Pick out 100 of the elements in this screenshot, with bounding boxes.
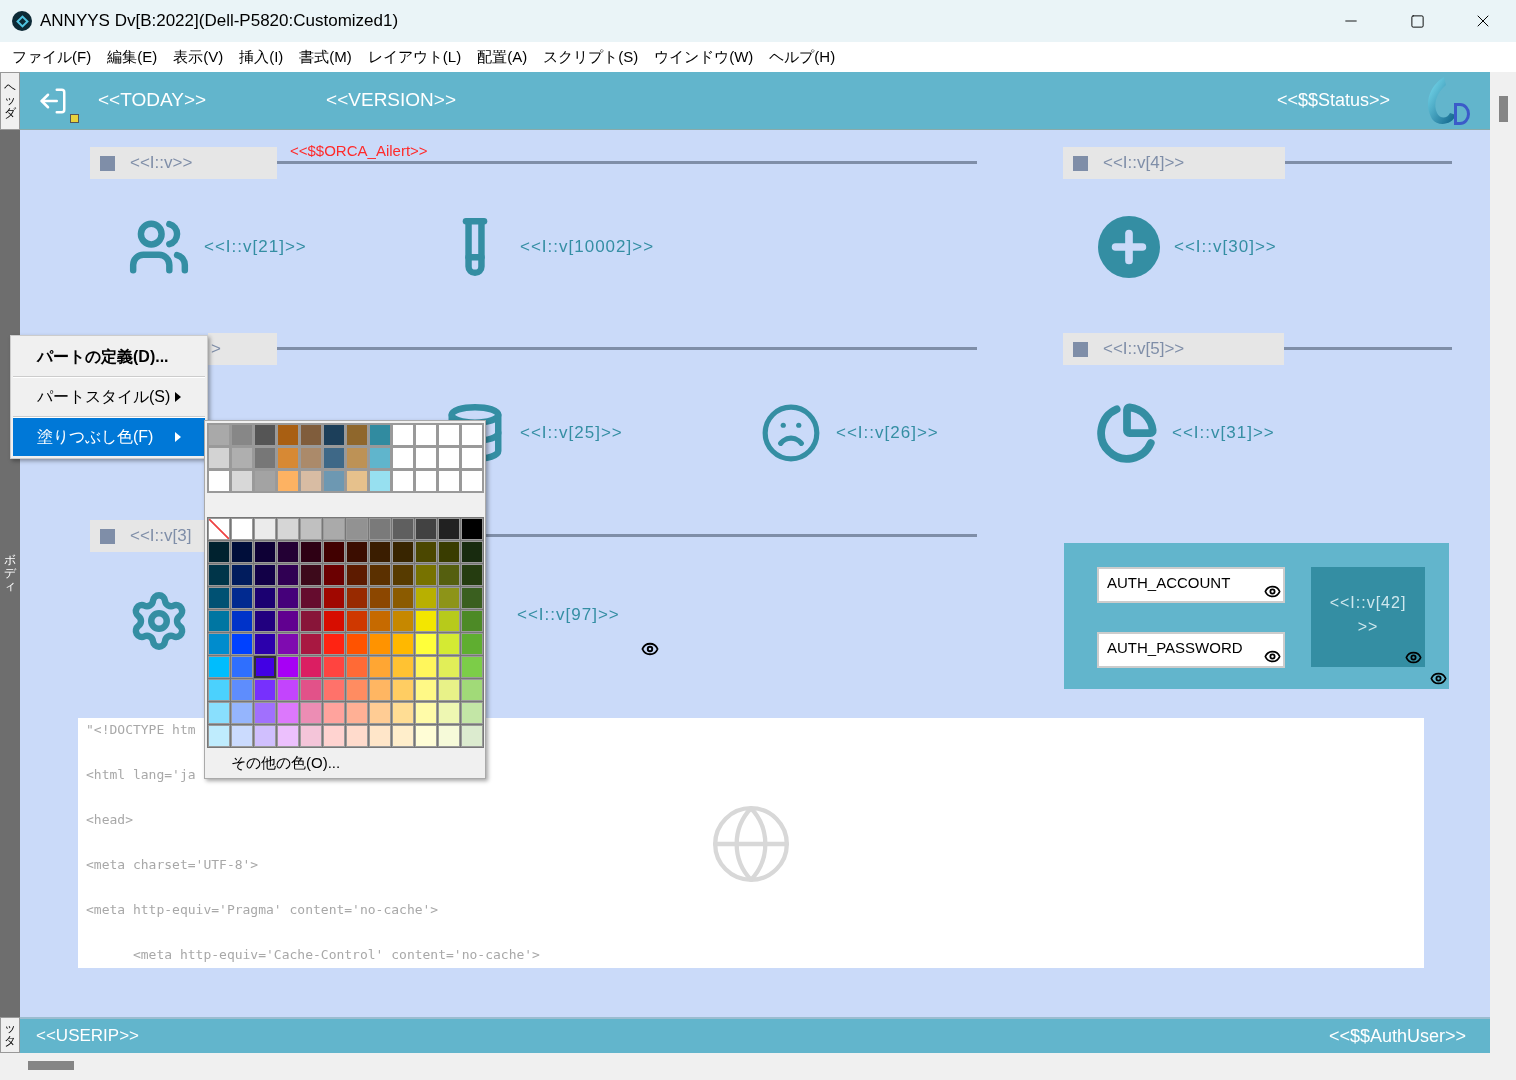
color-swatch[interactable]	[369, 587, 391, 609]
color-swatch[interactable]	[369, 702, 391, 724]
color-swatch[interactable]	[438, 702, 460, 724]
menu-item[interactable]: レイアウト(L)	[359, 45, 470, 69]
color-swatch[interactable]	[231, 564, 253, 586]
menu-item[interactable]: 編集(E)	[99, 45, 166, 69]
color-swatch[interactable]	[254, 679, 276, 701]
color-swatch[interactable]	[277, 447, 299, 469]
color-swatch[interactable]	[392, 447, 414, 469]
color-swatch[interactable]	[300, 564, 322, 586]
color-swatch[interactable]	[254, 541, 276, 563]
color-swatch[interactable]	[438, 679, 460, 701]
password-field[interactable]: AUTH_PASSWORD	[1097, 632, 1285, 668]
color-swatch[interactable]	[461, 518, 483, 540]
color-swatch[interactable]	[323, 633, 345, 655]
color-swatch[interactable]	[461, 541, 483, 563]
color-swatch[interactable]	[369, 610, 391, 632]
color-swatch[interactable]	[300, 702, 322, 724]
maximize-icon[interactable]	[1409, 13, 1425, 29]
color-swatch[interactable]	[415, 656, 437, 678]
menu-item[interactable]: 塗りつぶし色(F)	[13, 418, 205, 456]
color-swatch[interactable]	[346, 447, 368, 469]
more-colors-item[interactable]: その他の色(O)...	[207, 748, 485, 778]
color-swatch[interactable]	[392, 656, 414, 678]
color-swatch[interactable]	[300, 424, 322, 446]
color-swatch[interactable]	[277, 633, 299, 655]
color-swatch[interactable]	[254, 587, 276, 609]
menu-item[interactable]: 挿入(I)	[231, 45, 292, 69]
color-swatch[interactable]	[346, 564, 368, 586]
color-swatch[interactable]	[415, 702, 437, 724]
color-swatch[interactable]	[415, 470, 437, 492]
color-swatch[interactable]	[231, 541, 253, 563]
color-swatch[interactable]	[438, 656, 460, 678]
color-swatch[interactable]	[392, 470, 414, 492]
color-swatch[interactable]	[415, 587, 437, 609]
color-swatch[interactable]	[300, 518, 322, 540]
color-swatch[interactable]	[369, 541, 391, 563]
color-swatch[interactable]	[346, 470, 368, 492]
color-swatch[interactable]	[392, 702, 414, 724]
color-swatch[interactable]	[392, 725, 414, 747]
color-swatch[interactable]	[323, 656, 345, 678]
color-swatch[interactable]	[300, 679, 322, 701]
color-swatch[interactable]	[323, 610, 345, 632]
color-swatch[interactable]	[300, 656, 322, 678]
color-swatch[interactable]	[323, 424, 345, 446]
color-swatch[interactable]	[369, 633, 391, 655]
color-swatch[interactable]	[254, 633, 276, 655]
color-swatch[interactable]	[254, 447, 276, 469]
color-swatch[interactable]	[369, 725, 391, 747]
color-swatch[interactable]	[369, 564, 391, 586]
color-swatch[interactable]	[461, 679, 483, 701]
color-swatch[interactable]	[461, 447, 483, 469]
menu-item[interactable]: ウインドウ(W)	[646, 45, 762, 69]
color-swatch[interactable]	[323, 518, 345, 540]
color-swatch[interactable]	[369, 656, 391, 678]
color-swatch[interactable]	[277, 725, 299, 747]
color-swatch[interactable]	[231, 702, 253, 724]
color-swatch[interactable]	[438, 587, 460, 609]
color-swatch[interactable]	[323, 470, 345, 492]
color-swatch[interactable]	[254, 470, 276, 492]
color-swatch[interactable]	[461, 424, 483, 446]
color-swatch[interactable]	[415, 541, 437, 563]
color-swatch[interactable]	[231, 679, 253, 701]
color-swatch[interactable]	[231, 656, 253, 678]
color-swatch[interactable]	[323, 447, 345, 469]
color-swatch[interactable]	[277, 656, 299, 678]
color-swatch[interactable]	[208, 564, 230, 586]
color-swatch[interactable]	[277, 587, 299, 609]
color-swatch[interactable]	[346, 656, 368, 678]
menu-item[interactable]: スクリプト(S)	[535, 45, 647, 69]
color-swatch[interactable]	[231, 518, 253, 540]
color-swatch[interactable]	[277, 470, 299, 492]
color-swatch[interactable]	[438, 518, 460, 540]
color-swatch[interactable]	[277, 518, 299, 540]
menu-item[interactable]: パートスタイル(S)	[13, 378, 205, 416]
color-swatch[interactable]	[438, 564, 460, 586]
color-swatch[interactable]	[392, 564, 414, 586]
color-swatch[interactable]	[231, 725, 253, 747]
color-swatch[interactable]	[277, 541, 299, 563]
color-swatch[interactable]	[300, 633, 322, 655]
color-swatch[interactable]	[438, 447, 460, 469]
color-swatch[interactable]	[277, 702, 299, 724]
color-swatch[interactable]	[346, 633, 368, 655]
color-swatch[interactable]	[415, 610, 437, 632]
color-swatch[interactable]	[392, 541, 414, 563]
color-swatch[interactable]	[208, 470, 230, 492]
color-swatch[interactable]	[346, 541, 368, 563]
color-swatch[interactable]	[300, 447, 322, 469]
color-swatch[interactable]	[392, 610, 414, 632]
color-swatch[interactable]	[208, 656, 230, 678]
color-swatch[interactable]	[461, 633, 483, 655]
color-swatch[interactable]	[438, 633, 460, 655]
menu-item[interactable]: ファイル(F)	[4, 45, 100, 69]
scrollbar-thumb[interactable]	[28, 1061, 74, 1070]
color-swatch[interactable]	[346, 702, 368, 724]
color-swatch[interactable]	[254, 564, 276, 586]
color-swatch[interactable]	[231, 424, 253, 446]
color-swatch[interactable]	[208, 447, 230, 469]
color-swatch[interactable]	[346, 725, 368, 747]
color-swatch[interactable]	[231, 470, 253, 492]
